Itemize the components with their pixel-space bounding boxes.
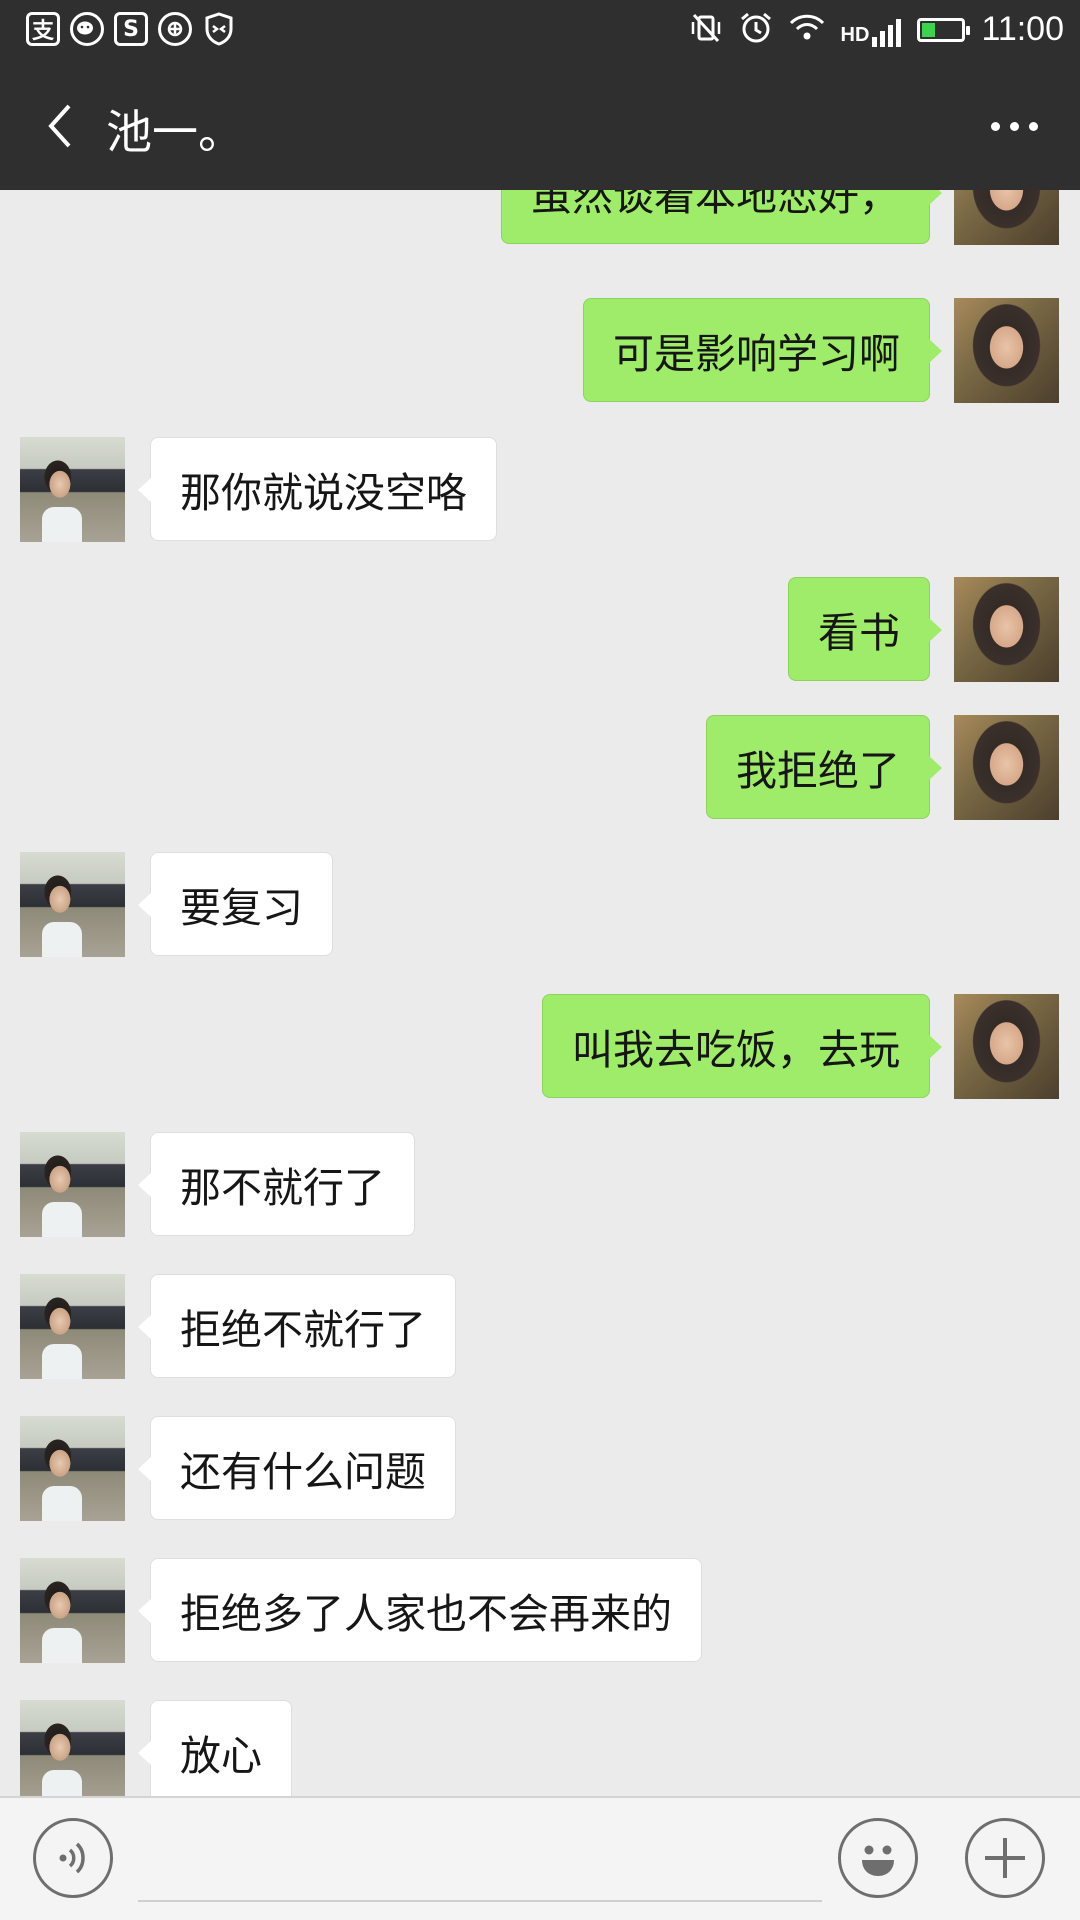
message-bubble[interactable]: 拒绝不就行了 bbox=[138, 1274, 456, 1378]
plus-icon bbox=[985, 1838, 1025, 1878]
alarm-icon bbox=[739, 11, 773, 49]
chevron-left-icon bbox=[48, 104, 71, 148]
avatar[interactable] bbox=[954, 994, 1059, 1099]
message-sent: 看书 bbox=[0, 577, 1080, 683]
notification-icons: 支 S bbox=[26, 12, 236, 46]
wechat-icon bbox=[70, 12, 104, 46]
message-received: 要复习 bbox=[0, 852, 1080, 958]
message-bubble[interactable]: 那你就说没空咯 bbox=[138, 437, 497, 541]
message-sent: 可是影响学习啊 bbox=[0, 298, 1080, 404]
voice-button[interactable] bbox=[33, 1818, 113, 1898]
avatar[interactable] bbox=[20, 852, 125, 957]
voice-icon bbox=[59, 1842, 85, 1874]
message-received: 放心 bbox=[0, 1700, 1080, 1796]
clock: 11:00 bbox=[981, 10, 1064, 48]
wifi-icon bbox=[789, 13, 825, 47]
more-dots-icon bbox=[990, 121, 1038, 131]
message-sent: 我拒绝了 bbox=[0, 715, 1080, 821]
avatar[interactable] bbox=[954, 298, 1059, 403]
vibrate-icon bbox=[689, 11, 723, 49]
hd-label: HD bbox=[840, 23, 870, 46]
input-bar bbox=[0, 1796, 1080, 1920]
message-bubble[interactable]: 那不就行了 bbox=[138, 1132, 415, 1236]
avatar[interactable] bbox=[954, 190, 1059, 245]
message-sent: 虽然谈着本地恋好， bbox=[0, 190, 1080, 246]
message-received: 拒绝不就行了 bbox=[0, 1274, 1080, 1380]
emoji-icon bbox=[862, 1845, 894, 1876]
avatar[interactable] bbox=[954, 715, 1059, 820]
message-sent: 叫我去吃饭，去玩 bbox=[0, 994, 1080, 1100]
status-bar: 支 S HD 11:00 bbox=[0, 0, 1080, 62]
message-input[interactable] bbox=[138, 1812, 822, 1902]
message-received: 那不就行了 bbox=[0, 1132, 1080, 1238]
message-bubble[interactable]: 要复习 bbox=[138, 852, 333, 956]
avatar[interactable] bbox=[20, 1132, 125, 1237]
message-bubble[interactable]: 虽然谈着本地恋好， bbox=[501, 190, 942, 244]
battery-level bbox=[922, 22, 936, 37]
message-bubble[interactable]: 我拒绝了 bbox=[706, 715, 942, 819]
message-bubble[interactable]: 看书 bbox=[788, 577, 942, 681]
more-button[interactable] bbox=[978, 96, 1050, 156]
message-bubble[interactable]: 放心 bbox=[138, 1700, 292, 1796]
message-bubble[interactable]: 拒绝多了人家也不会再来的 bbox=[138, 1558, 702, 1662]
message-received: 拒绝多了人家也不会再来的 bbox=[0, 1558, 1080, 1664]
chat-header: 池一。 bbox=[0, 62, 1080, 190]
message-received: 还有什么问题 bbox=[0, 1416, 1080, 1522]
message-list[interactable]: 虽然谈着本地恋好， 可是影响学习啊 那你就说没空咯 看书 我拒绝了 要复习 叫我… bbox=[0, 190, 1080, 1796]
music-app-icon: S bbox=[114, 12, 148, 46]
system-icons: HD 11:00 bbox=[689, 10, 1064, 49]
message-received: 那你就说没空咯 bbox=[0, 437, 1080, 543]
message-bubble[interactable]: 还有什么问题 bbox=[138, 1416, 456, 1520]
message-bubble[interactable]: 可是影响学习啊 bbox=[583, 298, 942, 402]
page-title: 池一。 bbox=[106, 105, 244, 159]
avatar[interactable] bbox=[20, 1558, 125, 1663]
hd-signal-icon: HD bbox=[841, 13, 902, 47]
alipay-icon: 支 bbox=[26, 12, 60, 46]
chat-screen: 支 S HD 11:00 池一。 虽然谈着本地恋好， 可是影响学习啊 那你就说没… bbox=[0, 0, 1080, 1920]
message-bubble[interactable]: 叫我去吃饭，去玩 bbox=[542, 994, 942, 1098]
avatar[interactable] bbox=[20, 1274, 125, 1379]
battery-icon bbox=[917, 17, 971, 42]
shield-app-icon bbox=[202, 12, 236, 46]
avatar[interactable] bbox=[20, 1416, 125, 1521]
avatar[interactable] bbox=[20, 437, 125, 542]
plus-button[interactable] bbox=[965, 1818, 1045, 1898]
emoji-button[interactable] bbox=[838, 1818, 918, 1898]
avatar[interactable] bbox=[954, 577, 1059, 682]
back-button[interactable] bbox=[30, 92, 90, 160]
sync-app-icon bbox=[158, 12, 192, 46]
avatar[interactable] bbox=[20, 1700, 125, 1796]
